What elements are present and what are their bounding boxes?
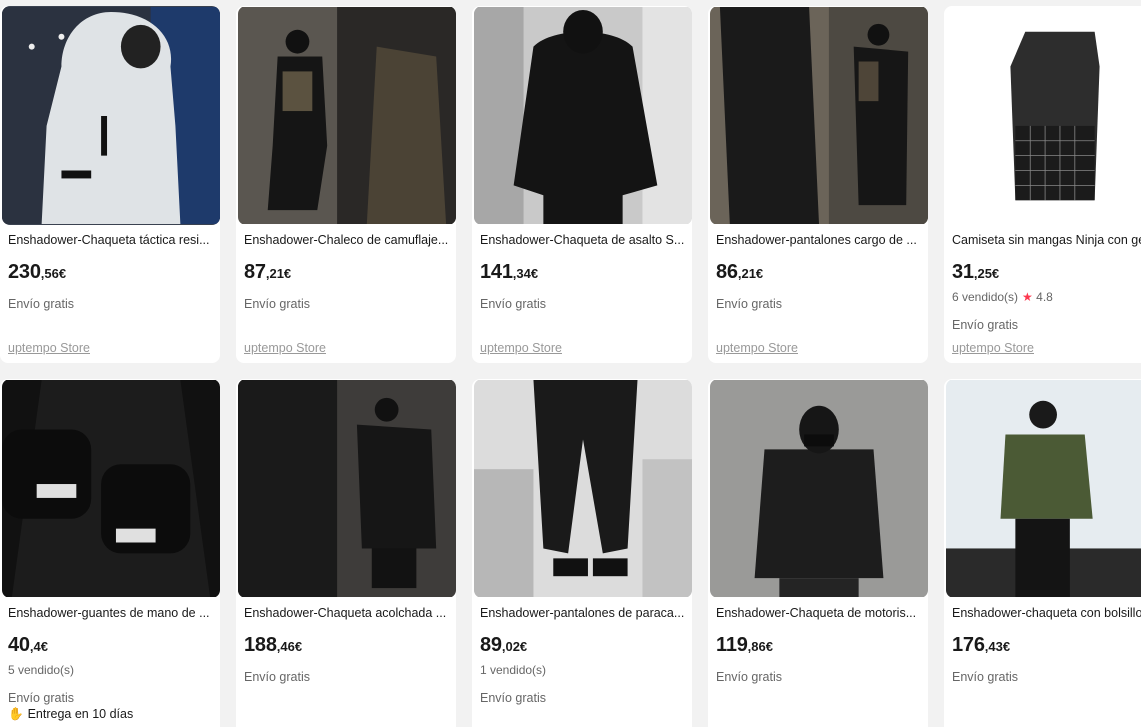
product-price: 86,21€ [716,261,764,283]
product-title[interactable]: Enshadower-pantalones de paraca... [480,606,688,620]
shipping-label: Envío gratis [244,297,311,311]
product-image[interactable] [710,379,928,598]
product-title[interactable]: Enshadower-Chaqueta de asalto S... [480,233,688,247]
star-icon: ★ [1022,290,1033,304]
product-price: 89,02€ [480,634,528,656]
product-price: 40,4€ [8,634,48,656]
product-image[interactable] [946,6,1141,225]
product-card[interactable]: Enshadower-Chaqueta de motoris... 119,86… [708,379,928,727]
product-image[interactable] [238,6,456,225]
product-image[interactable] [474,379,692,598]
hand-icon: ✋ [8,707,24,721]
shipping-label: Envío gratis [716,670,783,684]
delivery-info: ✋ Entrega en 10 días [8,707,134,721]
shipping-label: Envío gratis [480,691,547,705]
product-image[interactable] [946,379,1141,598]
product-title[interactable]: Enshadower-Chaqueta de motoris... [716,606,924,620]
product-price: 87,21€ [244,261,292,283]
shipping-label: Envío gratis [716,297,783,311]
sold-count: 6 vendido(s) ★ 4.8 [952,290,1053,304]
product-price: 31,25€ [952,261,1000,283]
sold-count: 5 vendido(s) [8,663,75,677]
product-card[interactable]: Enshadower-chaqueta con bolsillo 176,43€… [944,379,1141,727]
store-link[interactable]: uptempo Store [480,341,562,355]
product-card[interactable]: Camiseta sin mangas Ninja con ge 31,25€ … [944,6,1141,363]
product-card[interactable]: Enshadower-Chaqueta táctica resi... 230,… [0,6,220,363]
sold-count: 1 vendido(s) [480,663,547,677]
product-image[interactable] [2,6,220,225]
shipping-label: Envío gratis [480,297,547,311]
product-price: 230,56€ [8,261,67,283]
product-title[interactable]: Enshadower-Chaleco de camuflaje... [244,233,452,247]
product-price: 176,43€ [952,634,1011,656]
product-title[interactable]: Enshadower-Chaqueta acolchada ... [244,606,452,620]
product-card[interactable]: Enshadower-Chaqueta de asalto S... 141,3… [472,6,692,363]
product-title[interactable]: Enshadower-guantes de mano de ... [8,606,216,620]
product-image[interactable] [474,6,692,225]
shipping-label: Envío gratis [952,318,1019,332]
product-price: 188,46€ [244,634,303,656]
product-title[interactable]: Enshadower-chaqueta con bolsillo [952,606,1141,620]
rating-value: 4.8 [1036,290,1053,304]
product-card[interactable]: Enshadower-pantalones cargo de ... 86,21… [708,6,928,363]
product-card[interactable]: Enshadower-Chaqueta acolchada ... 188,46… [236,379,456,727]
shipping-label: Envío gratis [244,670,311,684]
store-link[interactable]: uptempo Store [716,341,798,355]
product-image[interactable] [238,379,456,598]
store-link[interactable]: uptempo Store [8,341,90,355]
product-price: 119,86€ [716,634,773,656]
product-card[interactable]: Enshadower-pantalones de paraca... 89,02… [472,379,692,727]
store-link[interactable]: uptempo Store [952,341,1034,355]
product-title[interactable]: Camiseta sin mangas Ninja con ge [952,233,1141,247]
product-price: 141,34€ [480,261,539,283]
product-image[interactable] [710,6,928,225]
shipping-label: Envío gratis [952,670,1019,684]
product-title[interactable]: Enshadower-Chaqueta táctica resi... [8,233,216,247]
shipping-label: Envío gratis [8,297,75,311]
product-image[interactable] [2,379,220,598]
shipping-label: Envío gratis [8,691,75,705]
product-card[interactable]: Enshadower-Chaleco de camuflaje... 87,21… [236,6,456,363]
product-card[interactable]: Enshadower-guantes de mano de ... 40,4€ … [0,379,220,727]
store-link[interactable]: uptempo Store [244,341,326,355]
product-title[interactable]: Enshadower-pantalones cargo de ... [716,233,924,247]
